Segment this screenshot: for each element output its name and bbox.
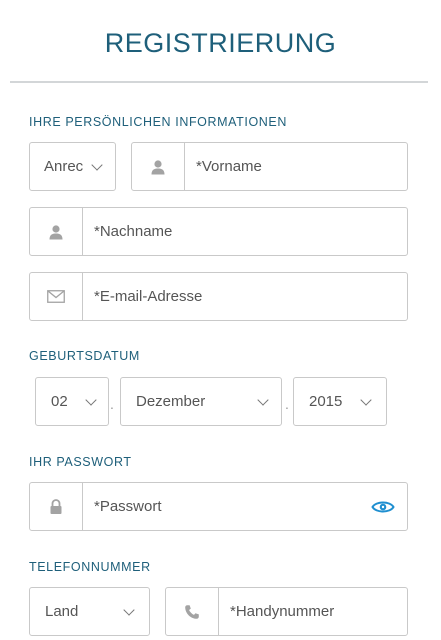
lastname-field[interactable]: *Nachname <box>29 207 408 256</box>
phone-icon <box>166 588 219 635</box>
title-divider <box>10 81 428 83</box>
lock-icon <box>30 483 83 530</box>
birth-year-select[interactable]: 2015 <box>293 377 387 426</box>
country-select[interactable]: Land <box>29 587 150 636</box>
section-personal-info: IHRE PERSÖNLICHEN INFORMATIONEN <box>29 115 287 129</box>
email-field[interactable]: *E-mail-Adresse <box>29 272 408 321</box>
salutation-value: Anrec <box>44 158 84 175</box>
chevron-down-icon <box>85 393 97 406</box>
chevron-down-icon <box>123 603 135 616</box>
chevron-down-icon <box>360 393 372 406</box>
section-phone: TELEFONNUMMER <box>29 560 151 574</box>
password-field[interactable]: *Passwort <box>29 482 408 531</box>
country-value: Land <box>45 603 79 620</box>
password-placeholder: *Passwort <box>94 498 162 515</box>
chevron-down-icon <box>91 158 103 171</box>
date-separator: . <box>110 396 114 412</box>
firstname-field[interactable]: *Vorname <box>131 142 408 191</box>
date-separator: . <box>285 396 289 412</box>
eye-icon[interactable] <box>371 499 395 520</box>
firstname-placeholder: *Vorname <box>196 158 262 175</box>
birth-day-value: 02 <box>51 393 68 410</box>
chevron-down-icon <box>257 393 269 406</box>
user-icon <box>30 208 83 255</box>
birth-year-value: 2015 <box>309 393 343 410</box>
section-birthdate: GEBURTSDATUM <box>29 349 140 363</box>
page-title: REGISTRIERUNG <box>104 28 337 58</box>
birth-day-select[interactable]: 02 <box>35 377 109 426</box>
mobile-field[interactable]: *Handynummer <box>165 587 408 636</box>
section-password: IHR PASSWORT <box>29 455 132 469</box>
email-placeholder: *E-mail-Adresse <box>94 288 203 305</box>
lastname-placeholder: *Nachname <box>94 223 173 240</box>
mail-icon <box>30 273 83 320</box>
user-icon <box>132 143 185 190</box>
salutation-select[interactable]: Anrec <box>29 142 116 191</box>
birth-month-value: Dezember <box>136 393 206 410</box>
birth-month-select[interactable]: Dezember <box>120 377 282 426</box>
mobile-placeholder: *Handynummer <box>230 603 335 620</box>
